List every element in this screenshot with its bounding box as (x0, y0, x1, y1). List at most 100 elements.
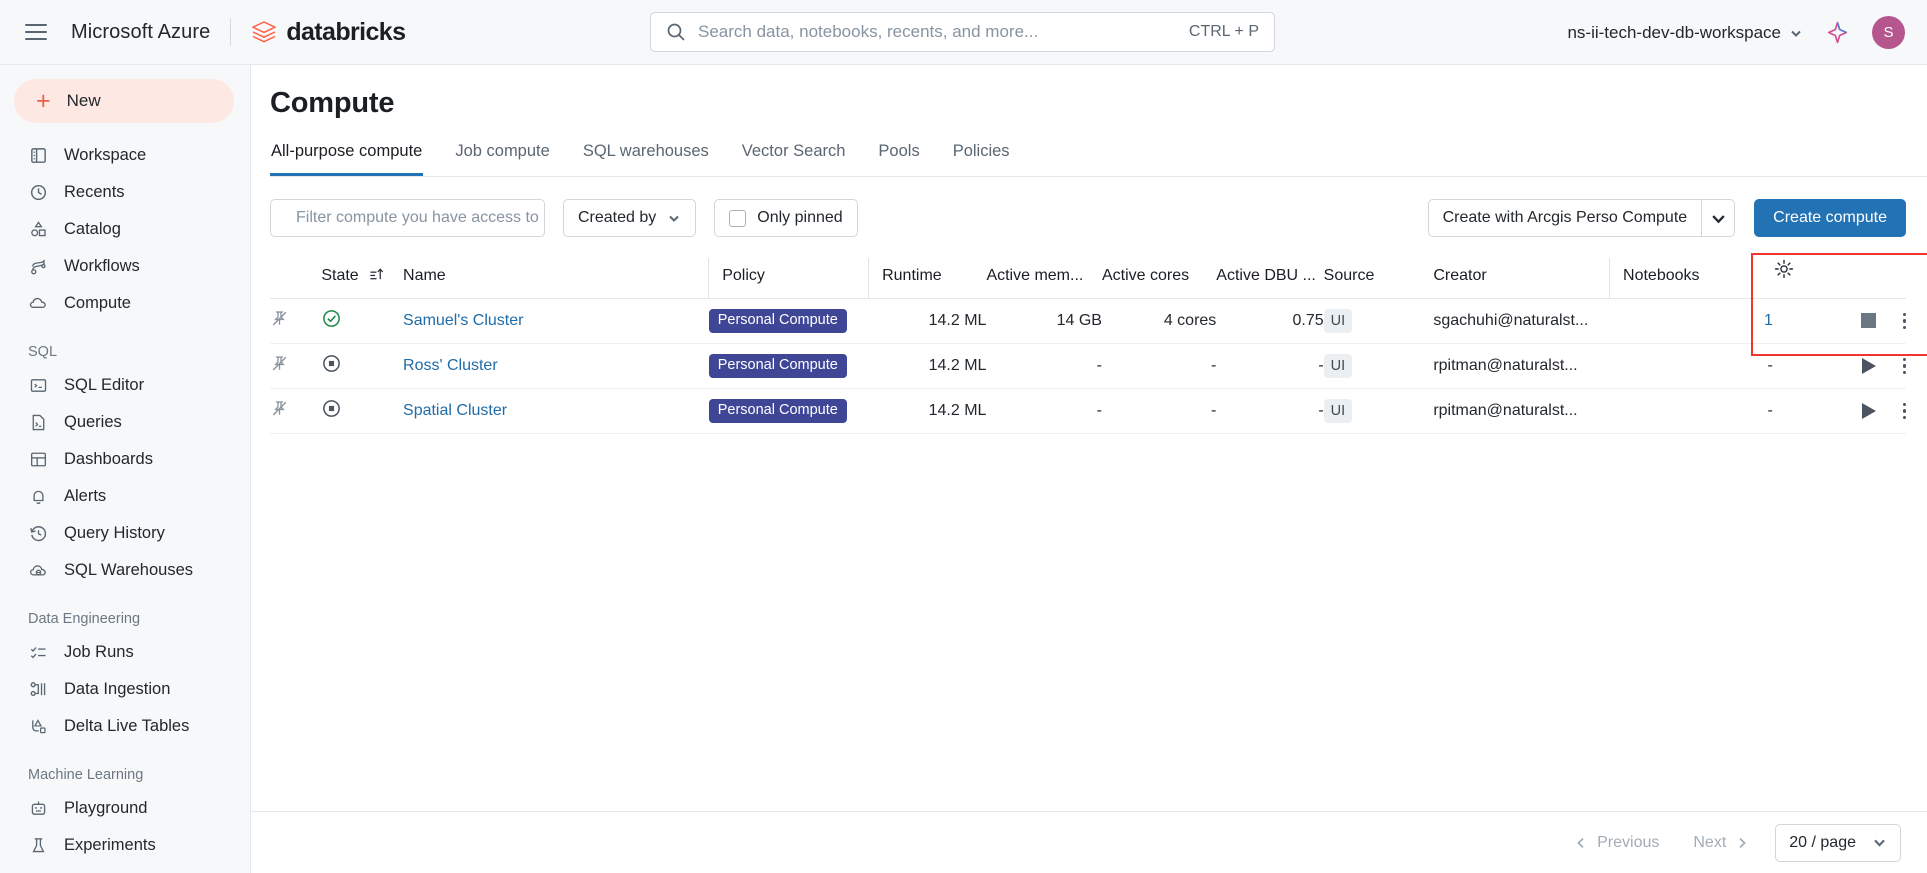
filter-compute-input[interactable]: Filter compute you have access to (270, 199, 545, 237)
sidebar-item-alerts[interactable]: Alerts (0, 478, 250, 515)
kebab-menu-icon[interactable] (1902, 357, 1906, 375)
tab-pools[interactable]: Pools (877, 142, 920, 176)
column-header-source[interactable]: Source (1323, 258, 1434, 299)
sidebar-item-delta-live-tables[interactable]: Delta Live Tables (0, 708, 250, 745)
column-header-active-memory[interactable]: Active mem... (986, 258, 1102, 299)
workspace-picker[interactable]: ns-ii-tech-dev-db-workspace (1567, 23, 1803, 43)
pin-off-icon[interactable] (270, 309, 289, 328)
cluster-name-link[interactable]: Spatial Cluster (403, 402, 507, 419)
sidebar-item-dashboards[interactable]: Dashboards (0, 441, 250, 478)
sidebar-item-experiments[interactable]: Experiments (0, 827, 250, 864)
databricks-home-link[interactable]: databricks (251, 18, 406, 47)
sidebar-item-compute[interactable]: Compute (0, 285, 250, 322)
kebab-menu-icon[interactable] (1902, 402, 1906, 420)
warehouse-cloud-icon (28, 560, 49, 581)
experiments-flask-icon (28, 835, 49, 856)
tab-vector-search[interactable]: Vector Search (741, 142, 847, 176)
create-compute-button[interactable]: Create compute (1754, 199, 1906, 237)
databricks-compute-page: Microsoft Azure databricks Search data, … (0, 0, 1927, 873)
sidebar-item-playground[interactable]: Playground (0, 790, 250, 827)
gear-icon[interactable] (1773, 258, 1795, 280)
table-row[interactable]: Ross' Cluster Personal Compute 14.2 ML -… (270, 343, 1906, 389)
sidebar-item-sql-warehouses[interactable]: SQL Warehouses (0, 552, 250, 589)
active-dbu-cell: 0.75 (1216, 298, 1324, 344)
brand-divider (230, 18, 232, 46)
sidebar-item-queries[interactable]: Queries (0, 404, 250, 441)
source-cell: UI (1323, 388, 1434, 434)
cluster-name-link[interactable]: Samuel's Cluster (403, 312, 523, 329)
check-circle-icon (323, 310, 341, 327)
status-badge: Personal Compute (708, 399, 847, 423)
pin-off-icon[interactable] (270, 399, 289, 418)
column-header-state[interactable]: State (321, 258, 404, 299)
sparkle-icon[interactable] (1825, 20, 1850, 45)
column-header-active-dbu[interactable]: Active DBU ... (1216, 258, 1324, 299)
sidebar-item-query-history[interactable]: Query History (0, 515, 250, 552)
only-pinned-toggle[interactable]: Only pinned (714, 199, 858, 237)
data-ingestion-icon (28, 679, 49, 700)
notebooks-cell: 1 (1609, 298, 1773, 344)
active-cores-cell: 4 cores (1101, 298, 1217, 344)
create-compute-actions: Create with Arcgis Perso Compute Create … (1427, 199, 1906, 237)
azure-brand-label[interactable]: Microsoft Azure (71, 21, 210, 44)
play-triangle-icon[interactable] (1862, 402, 1877, 419)
sidebar-item-job-runs[interactable]: Job Runs (0, 634, 250, 671)
search-placeholder: Search data, notebooks, recents, and mor… (698, 22, 1039, 41)
column-header-creator[interactable]: Creator (1433, 258, 1610, 299)
column-header-runtime[interactable]: Runtime (868, 258, 987, 299)
chevron-left-icon (1577, 837, 1584, 848)
sidebar-item-workspace[interactable]: Workspace (0, 137, 250, 174)
tab-job-compute[interactable]: Job compute (454, 142, 550, 176)
new-button[interactable]: + New (14, 79, 234, 123)
column-header-notebooks[interactable]: Notebooks (1609, 258, 1773, 299)
hamburger-menu-icon[interactable] (25, 24, 47, 40)
cluster-name-link[interactable]: Ross' Cluster (403, 357, 498, 374)
table-row[interactable]: Spatial Cluster Personal Compute 14.2 ML… (270, 388, 1906, 434)
pagination-bar: Previous Next 20 / page (251, 811, 1927, 873)
checkbox-unchecked-icon[interactable] (729, 209, 747, 227)
column-header-name[interactable]: Name (403, 258, 709, 299)
created-by-label: Created by (578, 209, 657, 226)
sidebar-item-label: Data Ingestion (64, 680, 171, 698)
previous-page-button[interactable]: Previous (1574, 834, 1659, 852)
sidebar-item-label: Workspace (64, 146, 147, 164)
pin-off-icon[interactable] (270, 354, 289, 373)
sidebar-item-catalog[interactable]: Catalog (0, 211, 250, 248)
next-page-button[interactable]: Next (1693, 834, 1749, 852)
notebooks-cell: - (1609, 388, 1773, 434)
chevron-down-icon (1791, 30, 1801, 37)
chevron-down-icon (669, 215, 679, 222)
stop-square-icon[interactable] (1861, 313, 1877, 329)
sidebar-item-workflows[interactable]: Workflows (0, 248, 250, 285)
column-header-policy[interactable]: Policy (708, 258, 869, 299)
play-triangle-icon[interactable] (1862, 357, 1877, 374)
only-pinned-label: Only pinned (757, 209, 843, 226)
global-search: Search data, notebooks, recents, and mor… (650, 12, 1275, 52)
kebab-menu-icon[interactable] (1902, 312, 1906, 330)
search-input[interactable]: Search data, notebooks, recents, and mor… (650, 12, 1275, 52)
workspace-icon (28, 145, 49, 166)
notebooks-link[interactable]: 1 (1764, 312, 1773, 329)
search-shortcut-hint: CTRL + P (1188, 23, 1259, 40)
avatar[interactable]: S (1872, 16, 1905, 49)
sidebar-item-recents[interactable]: Recents (0, 174, 250, 211)
page-size-select[interactable]: 20 / page (1775, 823, 1901, 862)
create-with-policy-dropdown-label[interactable]: Create with Arcgis Perso Compute (1427, 199, 1702, 237)
compute-tabs: All-purpose compute Job compute SQL ware… (270, 142, 1927, 177)
stop-circle-icon (323, 355, 341, 372)
column-header-active-cores[interactable]: Active cores (1101, 258, 1217, 299)
sql-editor-icon (28, 375, 49, 396)
tab-sql-warehouses[interactable]: SQL warehouses (582, 142, 710, 176)
compute-table: State Name Policy Runtime Active mem... (270, 258, 1906, 434)
sidebar-item-sql-editor[interactable]: SQL Editor (0, 367, 250, 404)
sidebar-item-label: Compute (64, 294, 131, 312)
cluster-name-cell: Spatial Cluster (403, 388, 709, 434)
query-document-icon (28, 412, 49, 433)
created-by-dropdown[interactable]: Created by (563, 199, 697, 237)
table-row[interactable]: Samuel's Cluster Personal Compute 14.2 M… (270, 298, 1906, 344)
tab-policies[interactable]: Policies (952, 142, 1011, 176)
create-with-policy-dropdown-toggle[interactable] (1701, 199, 1736, 237)
sidebar-item-data-ingestion[interactable]: Data Ingestion (0, 671, 250, 708)
new-button-label: New (66, 91, 101, 110)
tab-all-purpose-compute[interactable]: All-purpose compute (270, 142, 424, 176)
